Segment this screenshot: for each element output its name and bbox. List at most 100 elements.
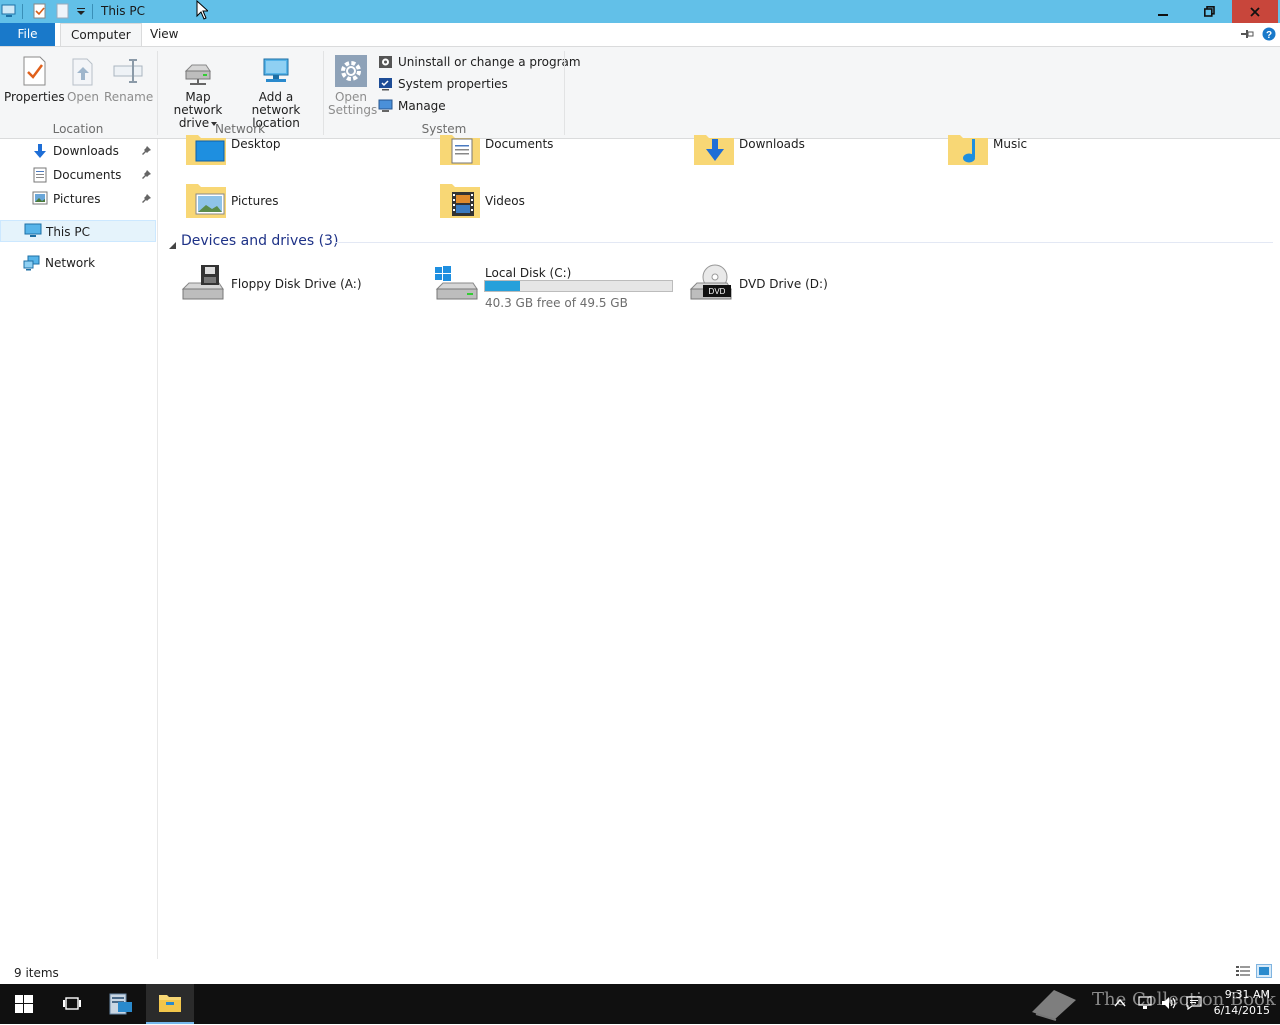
properties-button[interactable]: Properties — [4, 55, 65, 104]
ribbon-group-separator — [564, 51, 565, 135]
file-explorer-icon — [159, 995, 181, 1012]
collapse-group-icon[interactable] — [169, 238, 176, 252]
rename-label: Rename — [104, 90, 154, 104]
close-icon — [1250, 6, 1260, 17]
svg-text:?: ? — [1266, 30, 1272, 41]
folder-documents[interactable]: Documents — [438, 133, 678, 167]
desktop-folder-icon — [186, 135, 226, 165]
settings-gear-icon — [335, 55, 367, 87]
restore-button[interactable] — [1186, 0, 1232, 23]
drive-floppy-a[interactable]: Floppy Disk Drive (A:) — [179, 263, 419, 305]
windows-logo-icon — [15, 995, 33, 1013]
this-pc-app-icon[interactable] — [1, 4, 16, 21]
help-icon[interactable]: ? — [1262, 27, 1276, 44]
nav-label-downloads: Downloads — [53, 144, 119, 158]
folder-music[interactable]: Music — [946, 133, 1186, 167]
folder-desktop[interactable]: Desktop — [184, 133, 424, 167]
tab-computer[interactable]: Computer — [60, 23, 142, 47]
pin-icon[interactable] — [142, 169, 152, 182]
folder-label: Downloads — [739, 137, 805, 151]
volume-tray-icon[interactable] — [1161, 996, 1177, 1013]
folder-videos[interactable]: Videos — [438, 182, 678, 220]
properties-icon — [18, 55, 50, 87]
drive-label: Local Disk (C:) — [485, 266, 572, 280]
action-center-icon[interactable] — [1186, 996, 1202, 1013]
downloads-icon — [34, 144, 46, 158]
disk-usage-fill — [485, 281, 520, 291]
server-manager-taskbar-button[interactable] — [97, 984, 145, 1024]
music-folder-icon — [948, 135, 988, 165]
clock-time[interactable]: 9:31 AM — [1210, 988, 1270, 1001]
tab-view[interactable]: View — [140, 23, 188, 47]
devices-group-header[interactable]: Devices and drives (3) — [181, 233, 338, 249]
dvd-badge: DVD — [709, 287, 726, 296]
tab-file[interactable]: File — [0, 23, 55, 47]
nav-item-pictures[interactable]: Pictures — [0, 188, 156, 210]
large-icons-view-icon[interactable] — [1256, 964, 1272, 978]
manage-label: Manage — [398, 99, 446, 113]
restore-icon — [1203, 6, 1215, 17]
open-settings-button[interactable]: Open Settings — [328, 55, 377, 117]
system-properties-icon — [379, 78, 392, 91]
disk-usage-bar — [484, 280, 673, 292]
navigation-pane: Downloads Documents Pictures This PC Net… — [0, 139, 158, 959]
open-button[interactable]: Open — [66, 55, 100, 104]
nav-item-downloads[interactable]: Downloads — [0, 140, 156, 162]
folder-pictures[interactable]: Pictures — [184, 182, 424, 220]
file-list: Desktop Documents Downloads Music Pictur… — [159, 135, 1280, 959]
pin-icon[interactable] — [142, 145, 152, 158]
close-button[interactable] — [1232, 0, 1278, 23]
details-view-icon[interactable] — [1235, 965, 1251, 980]
start-button[interactable] — [0, 984, 48, 1024]
rename-button[interactable]: Rename — [104, 55, 154, 104]
nav-item-this-pc[interactable]: This PC — [0, 220, 156, 242]
ribbon-computer: Properties Open Rename Location Map netw… — [0, 46, 1280, 139]
nav-label-documents: Documents — [53, 168, 122, 182]
properties-label: Properties — [4, 90, 65, 104]
this-pc-icon — [24, 223, 42, 237]
properties-quick-icon[interactable] — [33, 3, 47, 20]
nav-label-this-pc: This PC — [46, 225, 90, 239]
server-manager-icon — [109, 993, 132, 1015]
drive-label: Floppy Disk Drive (A:) — [231, 277, 362, 291]
uninstall-program-label: Uninstall or change a program — [398, 55, 581, 69]
task-view-button[interactable] — [48, 984, 96, 1024]
drive-free-space: 40.3 GB free of 49.5 GB — [485, 296, 628, 310]
drive-dvd-d[interactable]: DVD DVD Drive (D:) — [687, 263, 927, 305]
videos-folder-icon — [440, 184, 480, 218]
task-view-icon — [63, 997, 81, 1010]
downloads-folder-icon — [694, 135, 734, 165]
folder-downloads[interactable]: Downloads — [692, 133, 932, 167]
pin-ribbon-icon[interactable] — [1240, 28, 1254, 43]
mouse-cursor-icon — [196, 0, 210, 23]
file-explorer-taskbar-button[interactable] — [146, 984, 194, 1024]
network-tray-icon[interactable] — [1137, 996, 1153, 1013]
system-properties-button[interactable]: System properties — [378, 74, 508, 94]
nav-item-network[interactable]: Network — [0, 252, 156, 274]
pin-icon[interactable] — [142, 193, 152, 206]
network-drive-icon — [182, 55, 214, 87]
clock-date[interactable]: 6/14/2015 — [1206, 1004, 1270, 1017]
local-disk-icon — [435, 266, 478, 300]
map-network-drive-button[interactable]: Map network drive — [162, 55, 234, 130]
network-location-icon — [260, 55, 292, 87]
documents-icon — [33, 167, 47, 183]
title-separator — [92, 4, 93, 19]
folder-label: Documents — [485, 137, 554, 151]
folder-label: Music — [993, 137, 1028, 151]
map-network-drive-label: Map network — [173, 90, 223, 117]
show-hidden-icons-icon[interactable] — [1114, 997, 1126, 1011]
title-bar: This PC — [0, 0, 1280, 23]
drive-local-disk-c[interactable]: Local Disk (C:) 40.3 GB free of 49.5 GB — [433, 263, 693, 310]
add-network-location-button[interactable]: Add a network location — [236, 55, 316, 130]
manage-button[interactable]: Manage — [378, 96, 446, 116]
open-icon — [67, 55, 99, 87]
uninstall-program-button[interactable]: Uninstall or change a program — [378, 52, 581, 72]
folder-label: Pictures — [231, 194, 279, 208]
customize-quick-access-icon[interactable] — [75, 5, 89, 22]
nav-item-documents[interactable]: Documents — [0, 164, 156, 186]
window-title: This PC — [101, 4, 145, 18]
new-folder-quick-icon[interactable] — [56, 3, 70, 20]
uninstall-program-icon — [379, 56, 392, 68]
minimize-button[interactable] — [1140, 0, 1186, 23]
